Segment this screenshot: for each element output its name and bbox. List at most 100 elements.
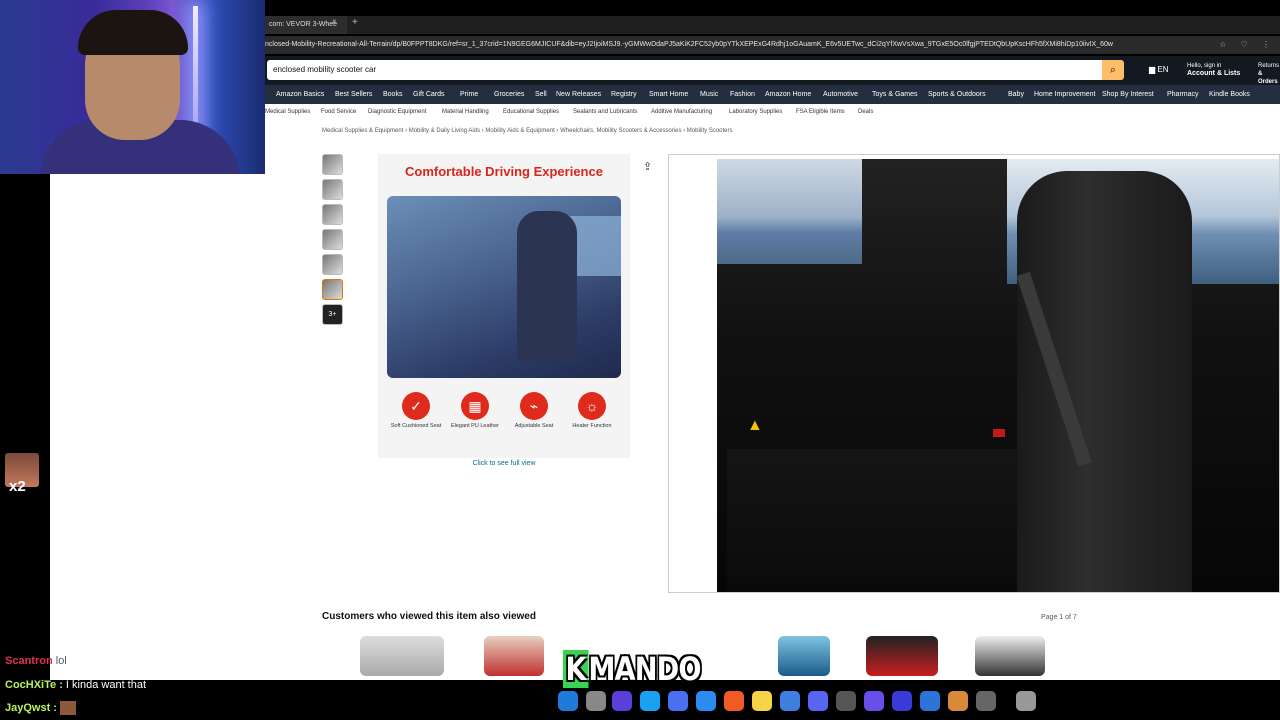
nav-item[interactable]: Automotive xyxy=(823,91,858,98)
subnav-item[interactable]: FSA Eligible Items xyxy=(796,109,845,115)
product-thumbnail[interactable] xyxy=(322,179,343,200)
mail-icon[interactable] xyxy=(780,691,800,711)
chat-username: CocHXiTe : xyxy=(5,679,63,691)
subnav-item[interactable]: Deals xyxy=(858,109,873,115)
chat-multiplier-badge: x2 xyxy=(9,478,26,495)
chat-line: JayQwst : xyxy=(5,701,77,715)
chat-username: Scantron xyxy=(5,655,53,667)
app-icon[interactable] xyxy=(864,691,884,711)
app-icon[interactable] xyxy=(920,691,940,711)
nav-item[interactable]: Pharmacy xyxy=(1167,91,1199,98)
screen: com: VEVOR 3-Whee × + nclosed-Mobility-R… xyxy=(0,0,1280,720)
carousel-page-indicator: Page 1 of 7 xyxy=(1041,614,1077,621)
returns-orders[interactable]: Returns & Orders xyxy=(1258,62,1280,86)
new-tab-icon[interactable]: + xyxy=(352,17,358,28)
nav-item[interactable]: Smart Home xyxy=(649,91,688,98)
nav-item[interactable]: Amazon Basics xyxy=(276,91,324,98)
search-icon: ⌕ xyxy=(1109,64,1117,76)
proton-vpn-icon[interactable] xyxy=(612,691,632,711)
share-icon[interactable]: ⇪ xyxy=(643,160,652,173)
url-actions-icon[interactable]: ☆ ♡ ⋮ xyxy=(1219,36,1276,54)
feature-label: Heater Function xyxy=(572,423,612,429)
nav-item[interactable]: Toys & Games xyxy=(872,91,918,98)
app-icon[interactable] xyxy=(948,691,968,711)
brave-icon[interactable] xyxy=(724,691,744,711)
nav-item[interactable]: Prime xyxy=(460,91,478,98)
photo-floor xyxy=(727,449,1017,592)
account-menu[interactable]: Hello, sign in Account & Lists xyxy=(1187,62,1240,78)
amazon-header: enclosed mobility scooter car ⌕ ▆ EN Hel… xyxy=(265,56,1280,85)
launchpad-icon[interactable] xyxy=(892,691,912,711)
carousel-product[interactable] xyxy=(975,636,1045,676)
nav-item[interactable]: New Releases xyxy=(556,91,601,98)
subnav-item[interactable]: Laboratory Supplies xyxy=(729,109,782,115)
nav-item[interactable]: Shop By Interest xyxy=(1102,91,1154,98)
finder-icon[interactable] xyxy=(558,691,578,711)
trash-icon[interactable] xyxy=(1016,691,1036,711)
nav-item[interactable]: Fashion xyxy=(730,91,755,98)
account-label: Account & Lists xyxy=(1187,70,1241,77)
feature-heater: ☼ Heater Function xyxy=(566,392,618,430)
nav-item[interactable]: Gift Cards xyxy=(413,91,445,98)
nav-item[interactable]: Groceries xyxy=(494,91,524,98)
nav-item[interactable]: Home Improvement xyxy=(1034,91,1095,98)
product-thumbnail[interactable] xyxy=(322,229,343,250)
nav-item[interactable]: Registry xyxy=(611,91,637,98)
webcam-hair xyxy=(78,10,188,55)
app-icon[interactable] xyxy=(976,691,996,711)
subnav-item[interactable]: Diagnostic Equipment xyxy=(368,109,426,115)
feature-leather: ▦ Elegant PU Leather xyxy=(449,392,501,430)
main-product-image[interactable]: Comfortable Driving Experience ✓ Soft Cu… xyxy=(378,154,630,458)
thumbnail-strip: 3+ xyxy=(322,154,344,329)
chat-message: I kinda want that xyxy=(65,679,147,691)
product-thumbnail[interactable] xyxy=(322,254,343,275)
product-thumbnail[interactable] xyxy=(322,154,343,175)
warning-icon: ▲ xyxy=(747,417,763,434)
subnav-item[interactable]: Additive Manufacturing xyxy=(651,109,712,115)
language-label: EN xyxy=(1157,65,1169,74)
carousel-product[interactable] xyxy=(866,636,938,676)
safari-icon[interactable] xyxy=(696,691,716,711)
notes-icon[interactable] xyxy=(752,691,772,711)
product-thumbnail-selected[interactable] xyxy=(322,279,343,300)
chrome-icon[interactable] xyxy=(836,691,856,711)
search-input[interactable]: enclosed mobility scooter car xyxy=(267,60,1107,80)
full-view-link[interactable]: Click to see full view xyxy=(378,460,630,467)
carousel-product[interactable] xyxy=(360,636,444,676)
adjust-icon: ⌁ xyxy=(520,392,548,420)
nav-item[interactable]: Best Sellers xyxy=(335,91,372,98)
account-greeting: Hello, sign in xyxy=(1187,63,1222,69)
subnav-item[interactable]: Medical Supplies xyxy=(265,109,310,115)
app-store-icon[interactable] xyxy=(640,691,660,711)
address-bar[interactable]: nclosed-Mobility-Recreational-All-Terrai… xyxy=(265,36,1280,54)
nav-item[interactable]: Books xyxy=(383,91,402,98)
nav-item[interactable]: Sell xyxy=(535,91,547,98)
settings-icon[interactable] xyxy=(586,691,606,711)
more-images-button[interactable]: 3+ xyxy=(322,304,343,325)
search-button[interactable]: ⌕ xyxy=(1102,60,1124,80)
carousel-product[interactable] xyxy=(484,636,544,676)
subnav-item[interactable]: Food Service xyxy=(321,109,356,115)
subnav-item[interactable]: Material Handling xyxy=(442,109,489,115)
nav-item[interactable]: Baby xyxy=(1008,91,1024,98)
carousel-product[interactable] xyxy=(778,636,830,676)
feature-label: Elegant PU Leather xyxy=(450,423,499,429)
feature-adjustable: ⌁ Adjustable Seat xyxy=(508,392,560,430)
heater-icon: ☼ xyxy=(578,392,606,420)
returns-label: Returns xyxy=(1258,63,1280,69)
breadcrumb[interactable]: Medical Supplies & Equipment › Mobility … xyxy=(322,128,733,134)
image-zoom-pane: ▲ xyxy=(668,154,1280,593)
nav-item[interactable]: Kindle Books xyxy=(1209,91,1250,98)
subnav-item[interactable]: Educational Supplies xyxy=(503,109,559,115)
language-selector[interactable]: ▆ EN xyxy=(1149,65,1169,74)
seat-icon: ✓ xyxy=(402,392,430,420)
amazon-nav-bar: Amazon Basics Best Sellers Books Gift Ca… xyxy=(265,85,1280,104)
product-thumbnail[interactable] xyxy=(322,204,343,225)
tab-close-icon[interactable]: × xyxy=(332,17,337,26)
discord-icon[interactable] xyxy=(808,691,828,711)
app-icon[interactable] xyxy=(668,691,688,711)
nav-item[interactable]: Amazon Home xyxy=(765,91,811,98)
nav-item[interactable]: Sports & Outdoors xyxy=(928,91,986,98)
subnav-item[interactable]: Sealants and Lubricants xyxy=(573,109,637,115)
nav-item[interactable]: Music xyxy=(700,91,718,98)
